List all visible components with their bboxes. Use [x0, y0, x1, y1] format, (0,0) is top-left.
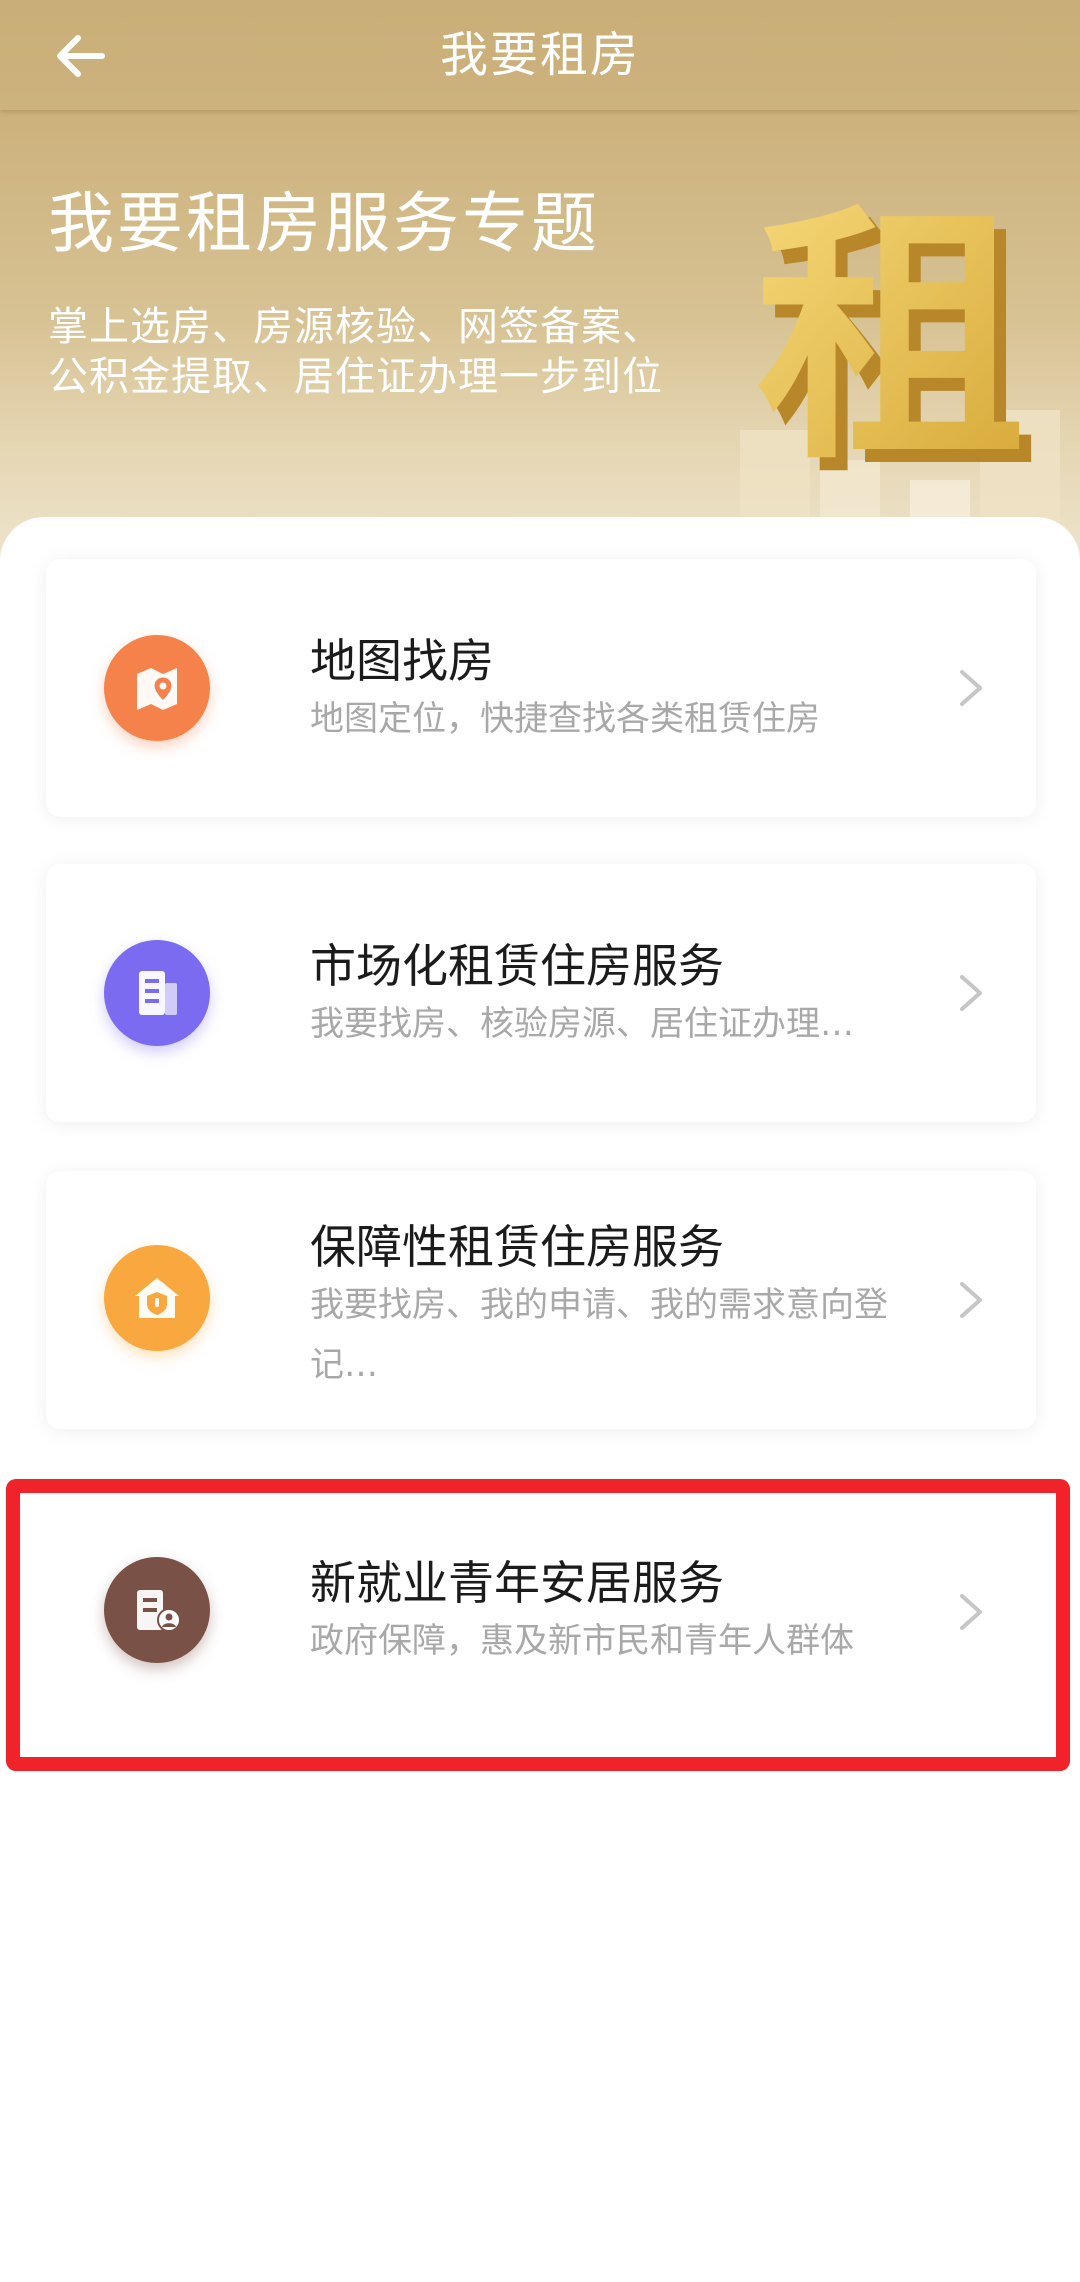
hero-banner: 租 租 我要租房服务专题 掌上选房、房源核验、网签备案、 公积金提取、居住证办理… [0, 110, 1080, 570]
map-pin-icon [104, 635, 210, 741]
house-shield-icon [104, 1245, 210, 1351]
service-title: 市场化租赁住房服务 [310, 939, 724, 993]
page-title: 我要租房 [439, 27, 640, 83]
top-bar: 我要租房 [0, 0, 1080, 110]
chevron-right-icon [960, 975, 982, 1011]
chevron-right-icon [960, 1282, 982, 1318]
rent-3d-glyph-illustration: 租 租 [740, 181, 1060, 570]
service-title: 新就业青年安居服务 [310, 1556, 724, 1610]
service-description: 地图定位，快捷查找各类租赁住房 [310, 699, 820, 739]
service-card-market-rental[interactable]: 市场化租赁住房服务 我要找房、核验房源、居住证办理… [46, 864, 1036, 1122]
chevron-right-icon [960, 670, 982, 706]
service-list: 地图找房 地图定位，快捷查找各类租赁住房 市场化租赁住房服务 我要找房、核验房源… [0, 517, 1080, 2282]
chevron-right-icon [960, 1594, 982, 1630]
building-icon [104, 940, 210, 1046]
hero-subtitle-line-2: 公积金提取、居住证办理一步到位 [48, 354, 663, 400]
building-person-icon [104, 1557, 210, 1663]
service-title: 地图找房 [310, 634, 494, 688]
service-description: 政府保障，惠及新市民和青年人群体 [310, 1621, 854, 1661]
service-title: 保障性租赁住房服务 [310, 1220, 724, 1274]
service-card-map-search[interactable]: 地图找房 地图定位，快捷查找各类租赁住房 [46, 559, 1036, 817]
service-description: 我要找房、我的申请、我的需求意向登记… [310, 1285, 888, 1385]
service-card-youth-housing[interactable]: 新就业青年安居服务 政府保障，惠及新市民和青年人群体 [46, 1497, 1036, 1737]
hero-art-glyph: 租 [756, 181, 1026, 496]
hero-title: 我要租房服务专题 [48, 185, 600, 262]
hero-subtitle-line-1: 掌上选房、房源核验、网签备案、 [48, 304, 663, 350]
service-card-affordable-rental[interactable]: 保障性租赁住房服务 我要找房、我的申请、我的需求意向登记… [46, 1171, 1036, 1429]
hero-subtitle: 掌上选房、房源核验、网签备案、 公积金提取、居住证办理一步到位 [48, 302, 768, 402]
service-description: 我要找房、核验房源、居住证办理… [310, 1004, 854, 1044]
